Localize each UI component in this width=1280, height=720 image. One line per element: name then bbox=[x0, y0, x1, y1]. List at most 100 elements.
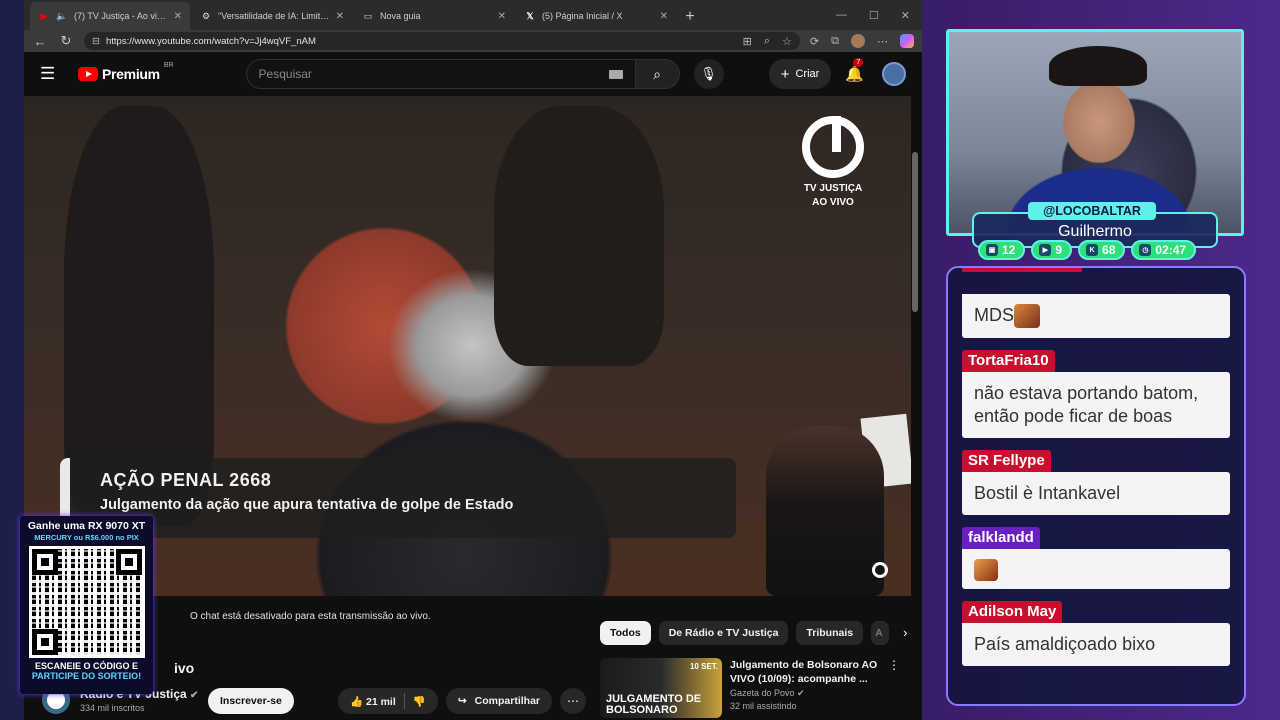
chat-message: falklandd bbox=[962, 527, 1230, 589]
keyboard-icon[interactable] bbox=[608, 69, 623, 79]
profile-avatar[interactable] bbox=[851, 34, 865, 48]
close-tab-icon[interactable]: ✕ bbox=[498, 11, 506, 22]
share-icon: ↪ bbox=[457, 695, 467, 707]
watermark-logo bbox=[872, 562, 888, 580]
video-actions: 👍 21 mil 👎 ↪ Compartilhar ⋯ bbox=[338, 688, 587, 714]
share-label: Compartilhar bbox=[474, 695, 541, 707]
x-logo-icon: 𝕏 bbox=[526, 10, 534, 21]
kebab-menu-icon[interactable]: ⋮ bbox=[888, 658, 900, 718]
dislike-icon[interactable]: 👎 bbox=[413, 695, 426, 708]
chat-message: MDS bbox=[962, 294, 1230, 339]
giveaway-cta-1: ESCANEIE O CÓDIGO E bbox=[34, 661, 139, 671]
recommended-video[interactable]: 10 SET. JULGAMENTO DE BOLSONARO Julgament… bbox=[600, 658, 900, 718]
star-icon[interactable]: ☆ bbox=[782, 35, 792, 48]
minimize-icon[interactable]: — bbox=[836, 9, 847, 22]
recommended-channel[interactable]: Gazeta do Povo ✔ bbox=[730, 688, 880, 699]
chip-todos[interactable]: Todos bbox=[600, 621, 651, 645]
more-actions-icon[interactable]: ⋯ bbox=[560, 688, 587, 714]
notification-count-badge: 7 bbox=[853, 58, 864, 67]
close-tab-icon[interactable]: ✕ bbox=[174, 11, 182, 22]
speaker-icon[interactable]: 🔈 bbox=[56, 10, 68, 22]
search-button[interactable]: ⌕ bbox=[635, 59, 680, 89]
voice-search-button[interactable]: 🎙 bbox=[693, 59, 724, 89]
page-scrollbar[interactable] bbox=[912, 152, 918, 312]
giveaway-title: Ganhe uma RX 9070 XT bbox=[27, 520, 146, 532]
thumb-text: JULGAMENTO DE BOLSONARO bbox=[606, 693, 702, 716]
like-button[interactable]: 👍 21 mil bbox=[350, 695, 396, 708]
video-player[interactable]: TV JUSTIÇA AO VIVO AÇÃO PENAL 2668 Julga… bbox=[24, 96, 911, 596]
chip-tribunais[interactable]: Tribunais bbox=[796, 621, 864, 645]
subscribe-button[interactable]: Inscrever-se bbox=[208, 688, 294, 714]
streamer-handle: @LOCOBALTAR bbox=[1028, 202, 1156, 220]
youtube-page: ☰ Premium BR Pesquisar ⌕ 🎙 + Criar 🔔 7 T… bbox=[24, 52, 922, 720]
search-placeholder: Pesquisar bbox=[258, 67, 312, 81]
search-icon: ⌕ bbox=[653, 65, 661, 82]
new-tab-button[interactable]: + bbox=[678, 4, 702, 30]
chip-partial[interactable]: A bbox=[871, 621, 890, 645]
chat-message: Adilson May País amaldiçoado bixo bbox=[962, 600, 1230, 666]
chat-disabled-notice: O chat está desativado para esta transmi… bbox=[190, 611, 431, 622]
tv-justica-emblem-icon bbox=[802, 116, 864, 178]
chat-panel: MDS TortaFria10 não estava portando bato… bbox=[946, 266, 1246, 706]
youtube-icon: ▶ bbox=[40, 10, 48, 21]
tab-label: Nova guia bbox=[380, 11, 421, 21]
youtube-logo[interactable]: Premium BR bbox=[78, 62, 174, 82]
stat-youtube: ▶ 9 bbox=[1031, 240, 1073, 260]
emote-icon bbox=[974, 558, 998, 581]
chat-message-text: MDS bbox=[962, 294, 1230, 339]
more-menu-icon[interactable]: ⋯ bbox=[877, 35, 888, 48]
chat-username: falklandd bbox=[962, 527, 1040, 550]
close-tab-icon[interactable]: ✕ bbox=[660, 11, 668, 22]
browser-tab-youtube[interactable]: ▶ 🔈 (7) TV Justiça - Ao vivo - You ✕ bbox=[30, 2, 190, 30]
notifications-button[interactable]: 🔔 7 bbox=[845, 58, 864, 83]
streamer-name: Guilhermo bbox=[1058, 223, 1132, 240]
chat-message: SR Fellype Bostil è Intankavel bbox=[962, 450, 1230, 516]
caption-subtitle: Julgamento da ação que apura tentativa d… bbox=[100, 497, 514, 513]
browser-tab-new[interactable]: ▭ Nova guia ✕ bbox=[354, 2, 514, 30]
browser-tab-chatgpt[interactable]: ⚙ "Versatilidade de IA: Limitações e ✕ bbox=[192, 2, 352, 30]
chat-message-text: País amaldiçoado bixo bbox=[962, 622, 1230, 666]
back-arrow-icon[interactable]: ← bbox=[32, 34, 48, 49]
bell-icon: 🔔 bbox=[845, 66, 864, 83]
youtube-header: ☰ Premium BR Pesquisar ⌕ 🎙 + Criar 🔔 7 bbox=[24, 52, 922, 96]
close-tab-icon[interactable]: ✕ bbox=[336, 11, 344, 22]
chat-username: TortaFria10 bbox=[962, 350, 1055, 373]
chip-de-radio-e-tv-justica[interactable]: De Rádio e TV Justiça bbox=[658, 621, 789, 645]
chevron-right-icon[interactable]: › bbox=[903, 621, 907, 645]
kick-icon: K bbox=[1086, 244, 1099, 256]
recommended-thumbnail[interactable]: 10 SET. JULGAMENTO DE BOLSONARO bbox=[600, 658, 722, 718]
share-button[interactable]: ↪ Compartilhar bbox=[445, 688, 553, 714]
browser-tab-x[interactable]: 𝕏 (5) Página Inicial / X ✕ bbox=[516, 2, 676, 30]
address-bar-row: ← ↻ ⊟ https://www.youtube.com/watch?v=Jj… bbox=[24, 30, 922, 52]
chat-username: SR Fellype bbox=[962, 450, 1051, 473]
zoom-icon[interactable]: ⌕ bbox=[764, 35, 770, 48]
new-tab-page-icon: ▭ bbox=[363, 10, 373, 21]
browser-window: ▶ 🔈 (7) TV Justiça - Ao vivo - You ✕ ⚙ "… bbox=[24, 0, 922, 720]
app-install-icon[interactable]: ⊞ bbox=[743, 35, 752, 48]
recommendation-chips: Todos De Rádio e TV Justiça Tribunais A … bbox=[600, 621, 907, 645]
search-input[interactable]: Pesquisar bbox=[245, 59, 636, 89]
close-window-icon[interactable]: ✕ bbox=[901, 9, 910, 22]
subscriber-count: 334 mil inscritos bbox=[80, 703, 145, 713]
thumb-date: 10 SET. bbox=[689, 662, 718, 671]
brand-line-1: TV JUSTIÇA bbox=[803, 183, 863, 194]
reload-icon[interactable]: ↻ bbox=[58, 33, 74, 49]
account-avatar[interactable] bbox=[882, 62, 906, 86]
giveaway-subtitle: MERCURY ou R$6.000 no PIX bbox=[34, 533, 139, 542]
extensions-icon[interactable]: ⟳ bbox=[810, 35, 819, 48]
microphone-icon: 🎙 bbox=[700, 66, 717, 81]
create-button[interactable]: + Criar bbox=[768, 59, 832, 89]
stat-kick: K 68 bbox=[1078, 240, 1126, 260]
chat-message-text bbox=[962, 549, 1230, 589]
collections-icon[interactable]: ⧉ bbox=[831, 35, 839, 48]
site-info-icon[interactable]: ⊟ bbox=[92, 36, 100, 47]
sign-language-interpreter bbox=[766, 426, 884, 596]
maximize-icon[interactable]: ☐ bbox=[869, 9, 879, 22]
url-field[interactable]: ⊟ https://www.youtube.com/watch?v=Jj4wqV… bbox=[84, 32, 800, 50]
create-label: Criar bbox=[795, 68, 820, 80]
verified-icon: ✔ bbox=[190, 690, 199, 701]
recommended-title[interactable]: Julgamento de Bolsonaro AO VIVO (10/09):… bbox=[730, 658, 880, 686]
copilot-icon[interactable] bbox=[900, 34, 914, 48]
toolbar-icons: ⟳ ⧉ ⋯ bbox=[810, 34, 914, 48]
hamburger-menu-icon[interactable]: ☰ bbox=[40, 64, 60, 84]
